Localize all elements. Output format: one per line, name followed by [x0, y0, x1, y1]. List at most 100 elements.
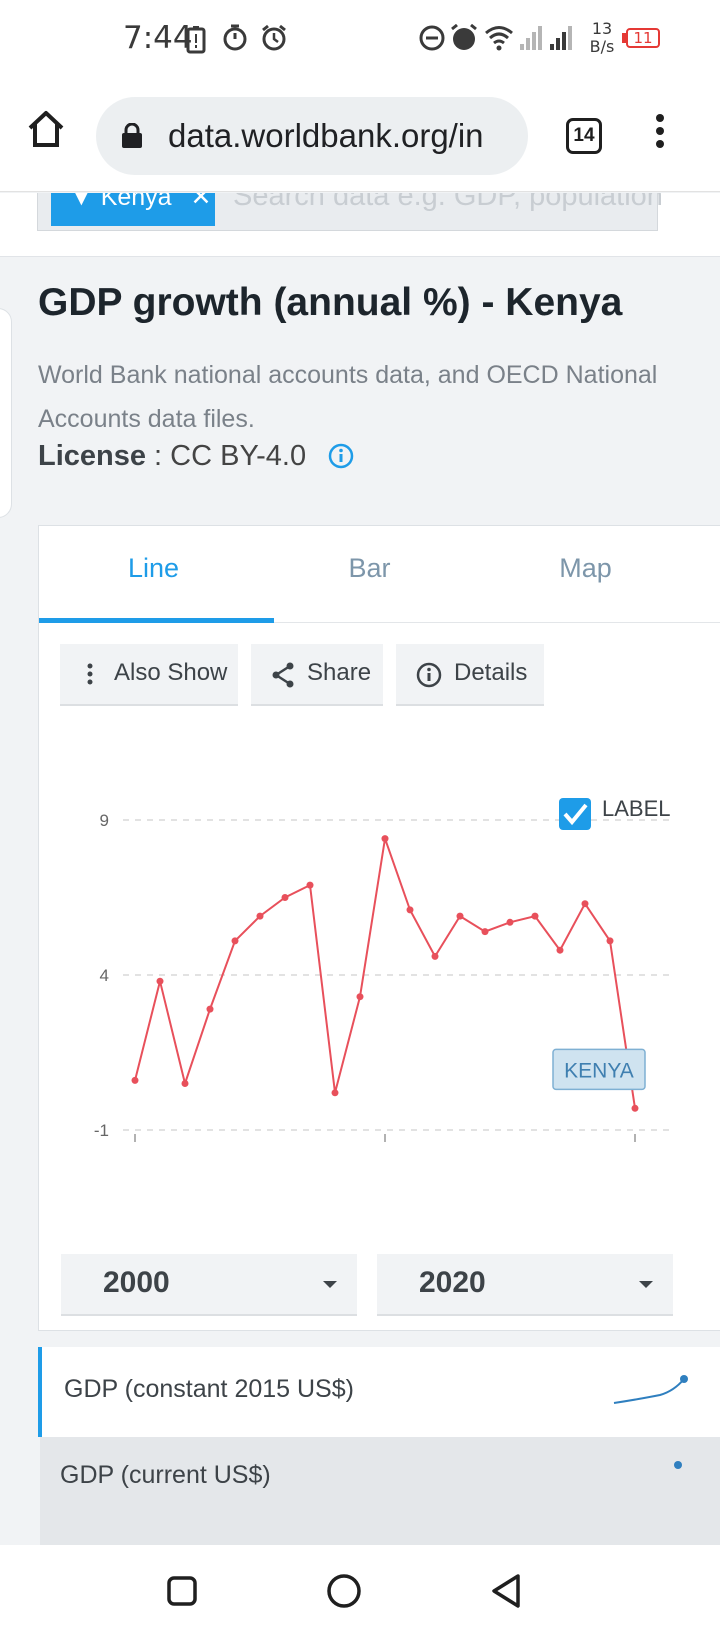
data-point[interactable]: [406, 906, 414, 914]
data-point[interactable]: [281, 894, 289, 901]
side-drawer-handle[interactable]: [0, 308, 12, 518]
data-point[interactable]: [431, 952, 439, 960]
license-value: : CC BY-4.0: [146, 440, 307, 472]
network-speed: 13 B/s: [582, 20, 622, 56]
alarm-set-icon: [451, 24, 477, 50]
status-time: 7:44: [123, 20, 193, 56]
details-label: Details: [454, 659, 528, 686]
view-tabs: Line Bar Map: [39, 526, 720, 623]
alarm-icon: [262, 24, 286, 51]
data-point[interactable]: [631, 1104, 639, 1112]
related-indicator-label: GDP (current US$): [60, 1461, 271, 1489]
battery-level: 11: [626, 28, 660, 48]
country-chip[interactable]: ▼ Kenya ✕: [51, 193, 215, 226]
label-toggle[interactable]: LABEL: [559, 796, 671, 830]
sparkline-dot: [674, 1461, 682, 1469]
data-point[interactable]: [481, 928, 489, 936]
signal-icon: [550, 26, 572, 50]
data-point[interactable]: [331, 1089, 339, 1097]
network-speed-value: 13: [591, 19, 613, 38]
info-icon: [416, 662, 442, 688]
page-title: GDP growth (annual %) - Kenya: [38, 281, 623, 324]
data-point[interactable]: [456, 912, 464, 920]
sparkline: [613, 1375, 688, 1404]
share-label: Share: [307, 659, 372, 686]
status-bar: 7:44 13 B/s 11: [0, 0, 720, 80]
recent-apps-icon[interactable]: [166, 1575, 198, 1607]
data-point[interactable]: [581, 900, 589, 908]
data-point[interactable]: [156, 977, 164, 985]
also-show-button[interactable]: Also Show: [60, 644, 238, 706]
end-year-value: 2020: [419, 1266, 486, 1299]
data-point[interactable]: [131, 1076, 139, 1084]
data-point[interactable]: [206, 1005, 214, 1013]
chip-label: Kenya: [100, 193, 172, 211]
share-button[interactable]: Share: [251, 644, 383, 706]
line-chart: 9 4 -1 KENYA LABEL: [94, 796, 671, 1142]
chevron-down-icon: [639, 1281, 653, 1288]
x-axis-ticks: [134, 1134, 636, 1142]
y-tick-label: 4: [100, 966, 109, 985]
battery-tip: [622, 33, 626, 43]
also-show-label: Also Show: [114, 659, 228, 686]
related-indicator-label: GDP (constant 2015 US$): [64, 1375, 354, 1403]
start-year-select[interactable]: 2000: [61, 1254, 357, 1316]
browser-toolbar: data.worldbank.org/in 14: [0, 80, 720, 192]
label-checkbox[interactable]: [559, 798, 591, 830]
system-nav-bar: [0, 1545, 720, 1640]
data-point[interactable]: [256, 912, 264, 920]
data-point[interactable]: [531, 912, 539, 920]
address-bar[interactable]: data.worldbank.org/in: [96, 97, 528, 175]
home-nav-icon[interactable]: [326, 1573, 362, 1609]
tab-bar[interactable]: Bar: [255, 526, 484, 623]
data-source: World Bank national accounts data, and O…: [38, 361, 658, 433]
series-label-box: KENYA: [552, 1048, 646, 1091]
search-box[interactable]: ▼ Kenya ✕ Search data e.g. GDP, populati…: [37, 193, 663, 231]
y-tick-label: -1: [94, 1121, 109, 1140]
do-not-disturb-icon: [419, 25, 445, 51]
home-icon[interactable]: [26, 109, 66, 149]
chip-close-icon[interactable]: ✕: [191, 193, 212, 211]
tab-switcher-button[interactable]: 14: [566, 118, 602, 154]
license-info-icon[interactable]: [328, 443, 354, 469]
more-menu-icon[interactable]: [653, 112, 667, 152]
data-point[interactable]: [506, 918, 514, 926]
chevron-down-icon: [323, 1281, 337, 1288]
search-placeholder[interactable]: Search data e.g. GDP, population: [233, 193, 663, 213]
network-speed-unit: B/s: [589, 37, 615, 56]
y-axis-ticks: 9 4 -1: [94, 811, 109, 1140]
signal-weak-icon: [520, 26, 542, 50]
data-point[interactable]: [381, 835, 389, 843]
search-strip: ▼ Kenya ✕ Search data e.g. GDP, populati…: [0, 193, 720, 257]
chip-marker-icon: ▼: [69, 193, 101, 211]
active-tab-indicator: [39, 618, 274, 623]
series-label: KENYA: [564, 1059, 634, 1082]
start-year-value: 2000: [103, 1266, 170, 1299]
data-point[interactable]: [356, 993, 364, 1001]
y-tick-label: 9: [100, 811, 109, 830]
label-toggle-text: LABEL: [602, 796, 671, 821]
share-icon: [272, 662, 294, 688]
tab-line[interactable]: Line: [39, 526, 268, 623]
wifi-icon: [485, 26, 513, 51]
back-icon[interactable]: [490, 1573, 522, 1609]
details-button[interactable]: Details: [396, 644, 544, 706]
vertical-dots-icon: [87, 663, 93, 685]
data-point[interactable]: [556, 946, 564, 954]
license-line: License : CC BY-4.0: [38, 440, 306, 473]
lock-icon: [122, 123, 142, 148]
data-point[interactable]: [606, 937, 614, 945]
related-indicator-item[interactable]: GDP (current US$): [40, 1437, 720, 1545]
chart-card: Line Bar Map Also Show Share Details 9 4…: [38, 525, 720, 1331]
data-point[interactable]: [181, 1080, 189, 1087]
stopwatch-icon: [223, 24, 247, 51]
end-year-select[interactable]: 2020: [377, 1254, 673, 1316]
data-point[interactable]: [231, 937, 239, 945]
license-label: License: [38, 440, 146, 472]
related-indicator-item[interactable]: GDP (constant 2015 US$): [38, 1347, 720, 1437]
page-content: ▼ Kenya ✕ Search data e.g. GDP, populati…: [0, 193, 720, 1545]
url-text: data.worldbank.org/in: [168, 117, 484, 154]
tab-map[interactable]: Map: [471, 526, 700, 623]
battery-alert-icon: [186, 26, 206, 54]
data-point[interactable]: [306, 881, 314, 889]
